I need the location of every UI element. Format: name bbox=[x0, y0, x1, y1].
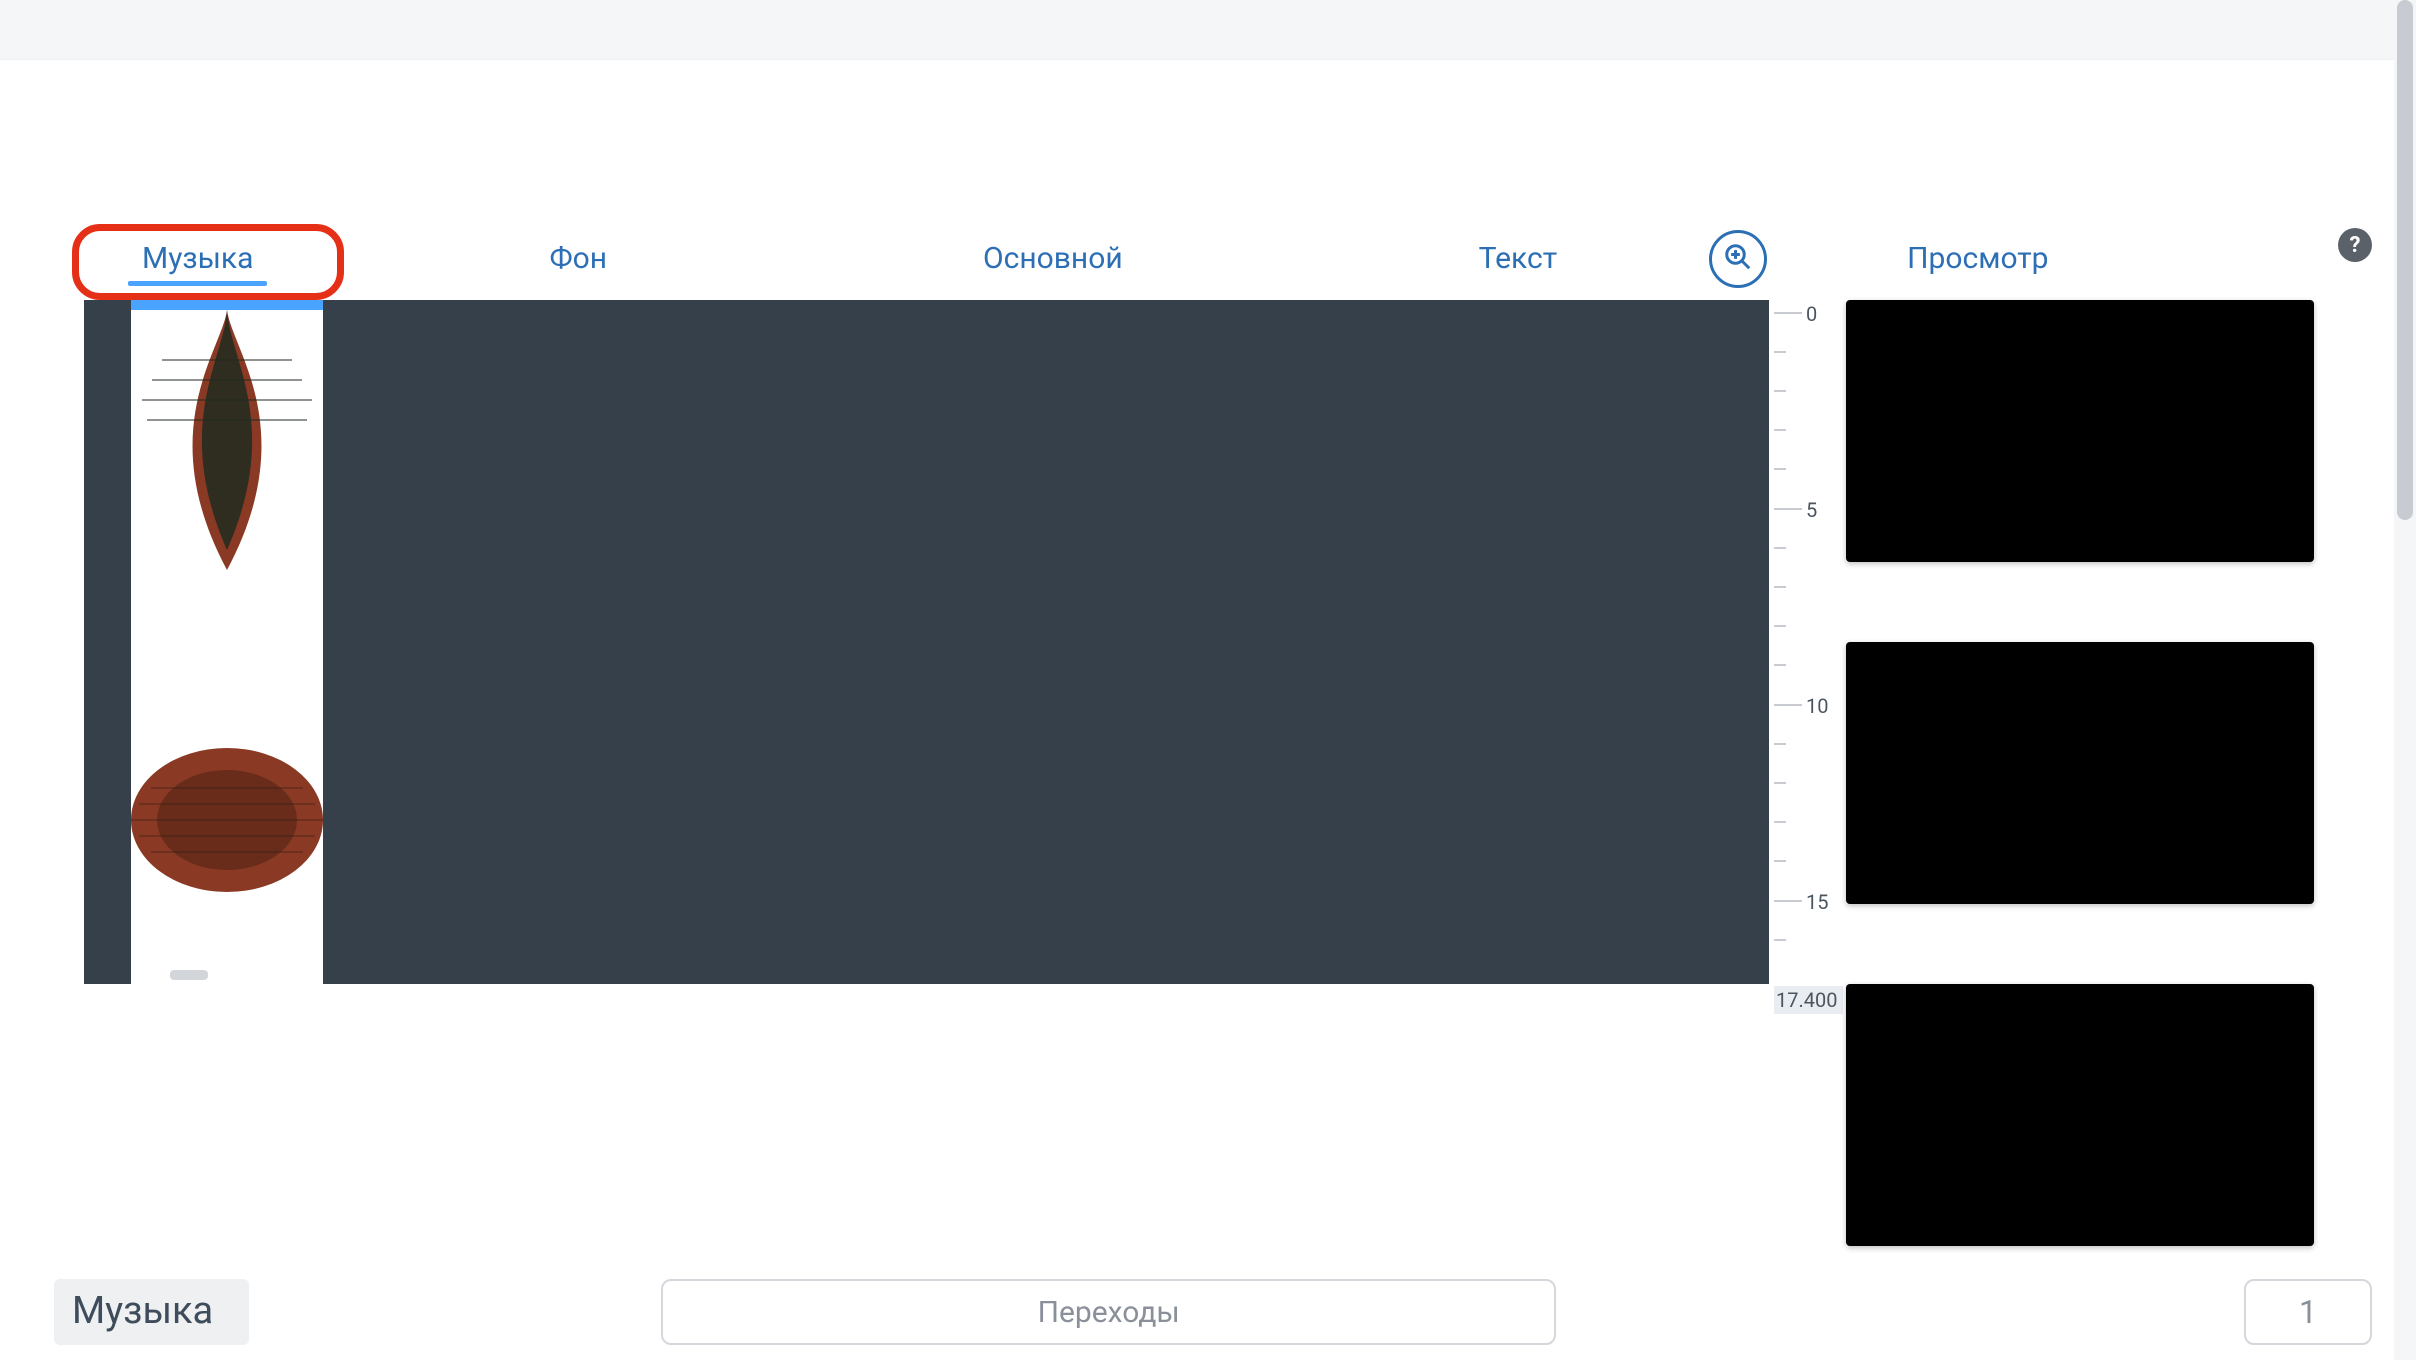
audio-clip[interactable] bbox=[131, 300, 323, 984]
bottom-bar: Музыка Переходы 1 bbox=[54, 1278, 2372, 1346]
tab-main[interactable]: Основной bbox=[961, 235, 1145, 284]
item-count-value: 1 bbox=[2299, 1293, 2317, 1331]
ruler-label: 10 bbox=[1806, 694, 1828, 718]
ruler-end-label: 17.400 bbox=[1774, 986, 1843, 1014]
time-ruler: 0 5 10 15 17.400 bbox=[1774, 300, 1846, 1006]
tab-background[interactable]: Фон bbox=[527, 235, 629, 284]
transitions-label: Переходы bbox=[1038, 1295, 1180, 1330]
preview-column bbox=[1846, 300, 2314, 1246]
editor-tabs: Музыка Фон Основной Текст Просмотр bbox=[72, 234, 2382, 284]
section-title-label: Музыка bbox=[72, 1289, 213, 1333]
tab-label: Текст bbox=[1479, 241, 1557, 276]
ruler-label: 15 bbox=[1806, 890, 1828, 914]
ruler-label: 0 bbox=[1806, 302, 1817, 326]
tab-preview[interactable]: Просмотр bbox=[1885, 235, 2070, 284]
waveform-segment-2 bbox=[131, 720, 323, 920]
vertical-scrollbar-thumb[interactable] bbox=[2397, 0, 2413, 520]
preview-thumbnail[interactable] bbox=[1846, 300, 2314, 562]
preview-thumbnail[interactable] bbox=[1846, 642, 2314, 904]
help-icon: ? bbox=[2350, 233, 2361, 258]
tab-label: Основной bbox=[983, 241, 1123, 276]
top-header-bar bbox=[0, 0, 2394, 60]
vertical-scrollbar-track[interactable] bbox=[2394, 0, 2416, 1360]
timeline-canvas[interactable] bbox=[84, 300, 1769, 984]
ruler-label: 5 bbox=[1806, 498, 1817, 522]
track-left-margin bbox=[84, 300, 131, 984]
tab-music[interactable]: Музыка bbox=[120, 235, 275, 284]
help-button[interactable]: ? bbox=[2338, 228, 2372, 262]
zoom-in-icon bbox=[1723, 242, 1753, 276]
transitions-button[interactable]: Переходы bbox=[661, 1279, 1556, 1345]
clip-selection-bar[interactable] bbox=[131, 300, 323, 310]
timeline-scroll-handle[interactable] bbox=[170, 970, 208, 980]
tab-text[interactable]: Текст bbox=[1457, 235, 1579, 284]
section-title-chip: Музыка bbox=[54, 1279, 249, 1345]
item-count-box: 1 bbox=[2244, 1279, 2372, 1345]
waveform-segment-1 bbox=[132, 310, 322, 570]
tab-label: Музыка bbox=[142, 241, 253, 276]
tab-label: Фон bbox=[549, 241, 607, 276]
zoom-in-button[interactable] bbox=[1709, 230, 1767, 288]
tab-label: Просмотр bbox=[1907, 241, 2048, 276]
preview-thumbnail[interactable] bbox=[1846, 984, 2314, 1246]
